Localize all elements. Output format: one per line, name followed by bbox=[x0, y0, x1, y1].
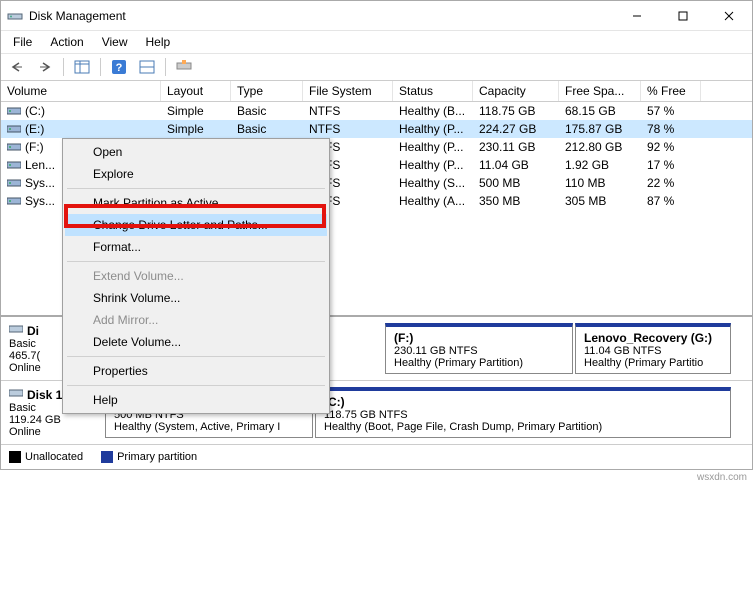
menubar: File Action View Help bbox=[1, 31, 752, 53]
legend: Unallocated Primary partition bbox=[1, 445, 752, 469]
col-status[interactable]: Status bbox=[393, 81, 473, 101]
volume-icon bbox=[7, 105, 21, 117]
col-free[interactable]: Free Spa... bbox=[559, 81, 641, 101]
toolbar: ? bbox=[1, 53, 752, 81]
partition-box[interactable]: (F:)230.11 GB NTFSHealthy (Primary Parti… bbox=[385, 323, 573, 374]
col-pct[interactable]: % Free bbox=[641, 81, 701, 101]
volume-icon bbox=[7, 141, 21, 153]
menu-file[interactable]: File bbox=[5, 33, 40, 51]
footer-watermark: wsxdn.com bbox=[0, 470, 753, 485]
svg-text:?: ? bbox=[116, 62, 123, 74]
list-header: Volume Layout Type File System Status Ca… bbox=[1, 81, 752, 102]
legend-primary-swatch bbox=[101, 451, 113, 463]
toolbar-icon-3[interactable] bbox=[172, 56, 196, 78]
forward-button[interactable] bbox=[33, 56, 57, 78]
context-item[interactable]: Open bbox=[65, 141, 327, 163]
window-title: Disk Management bbox=[29, 9, 614, 23]
menu-view[interactable]: View bbox=[94, 33, 136, 51]
context-item[interactable]: Shrink Volume... bbox=[65, 287, 327, 309]
context-item[interactable]: Mark Partition as Active bbox=[65, 192, 327, 214]
menu-action[interactable]: Action bbox=[42, 33, 91, 51]
volume-icon bbox=[7, 177, 21, 189]
partition-box[interactable]: (C:)118.75 GB NTFSHealthy (Boot, Page Fi… bbox=[315, 387, 731, 438]
toolbar-view-icon[interactable] bbox=[70, 56, 94, 78]
context-item[interactable]: Explore bbox=[65, 163, 327, 185]
volume-icon bbox=[7, 195, 21, 207]
volume-row[interactable]: (E:)SimpleBasicNTFSHealthy (P...224.27 G… bbox=[1, 120, 752, 138]
context-item: Extend Volume... bbox=[65, 265, 327, 287]
context-separator bbox=[67, 385, 325, 386]
context-item[interactable]: Properties bbox=[65, 360, 327, 382]
close-button[interactable] bbox=[706, 1, 752, 31]
toolbar-icon-2[interactable] bbox=[135, 56, 159, 78]
col-type[interactable]: Type bbox=[231, 81, 303, 101]
context-item[interactable]: Change Drive Letter and Paths... bbox=[65, 214, 327, 236]
context-item[interactable]: Help bbox=[65, 389, 327, 411]
disk-icon bbox=[9, 323, 23, 338]
maximize-button[interactable] bbox=[660, 1, 706, 31]
context-separator bbox=[67, 188, 325, 189]
legend-unallocated-swatch bbox=[9, 451, 21, 463]
context-menu: OpenExplore Mark Partition as ActiveChang… bbox=[62, 138, 330, 414]
help-icon[interactable]: ? bbox=[107, 56, 131, 78]
context-separator bbox=[67, 356, 325, 357]
col-layout[interactable]: Layout bbox=[161, 81, 231, 101]
minimize-button[interactable] bbox=[614, 1, 660, 31]
disk-icon bbox=[9, 387, 23, 402]
back-button[interactable] bbox=[5, 56, 29, 78]
col-volume[interactable]: Volume bbox=[1, 81, 161, 101]
context-separator bbox=[67, 261, 325, 262]
context-item[interactable]: Format... bbox=[65, 236, 327, 258]
col-capacity[interactable]: Capacity bbox=[473, 81, 559, 101]
volume-row[interactable]: (C:)SimpleBasicNTFSHealthy (B...118.75 G… bbox=[1, 102, 752, 120]
col-fs[interactable]: File System bbox=[303, 81, 393, 101]
context-item: Add Mirror... bbox=[65, 309, 327, 331]
volume-icon bbox=[7, 159, 21, 171]
app-icon bbox=[7, 8, 23, 24]
titlebar: Disk Management bbox=[1, 1, 752, 31]
menu-help[interactable]: Help bbox=[138, 33, 179, 51]
context-item[interactable]: Delete Volume... bbox=[65, 331, 327, 353]
volume-icon bbox=[7, 123, 21, 135]
partition-box[interactable]: Lenovo_Recovery (G:)11.04 GB NTFSHealthy… bbox=[575, 323, 731, 374]
